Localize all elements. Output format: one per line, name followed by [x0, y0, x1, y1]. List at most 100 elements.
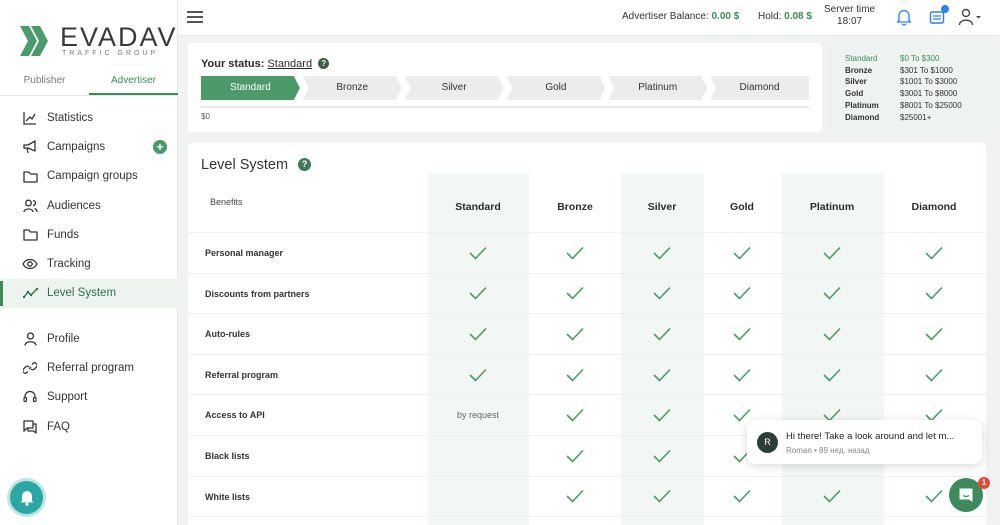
- menu-toggle-button[interactable]: [187, 11, 203, 23]
- check-icon: [653, 449, 671, 463]
- user-icon: [22, 331, 38, 347]
- table-row: Auto-rules: [188, 314, 986, 355]
- sidebar-item-funds[interactable]: Funds: [0, 220, 178, 249]
- server-time-label: Server time: [824, 4, 876, 15]
- benefit-cell: [697, 233, 787, 273]
- sidebar-item-campaign-groups[interactable]: Campaign groups: [0, 162, 178, 191]
- benefit-cell: [433, 314, 523, 354]
- notifications-button[interactable]: [896, 8, 912, 31]
- check-icon: [925, 246, 943, 260]
- headset-icon: [22, 389, 38, 405]
- sidebar-item-statistics[interactable]: Statistics: [0, 103, 178, 132]
- tab-publisher[interactable]: Publisher: [0, 70, 89, 95]
- logo[interactable]: EVADAV TRAFFIC GROUP: [20, 24, 178, 57]
- help-icon[interactable]: ?: [298, 158, 312, 171]
- benefit-label: White lists: [205, 491, 251, 502]
- benefit-cell: [433, 436, 523, 476]
- benefit-cell: [787, 274, 877, 314]
- level-system-title: Level System ?: [201, 157, 312, 173]
- chat-bubble-icon: [959, 488, 973, 502]
- table-row: White lists: [188, 477, 986, 518]
- benefit-cell: [617, 436, 707, 476]
- check-icon: [653, 368, 671, 382]
- benefit-cell: [433, 274, 523, 314]
- range-value: $1001 To $3000: [900, 77, 958, 87]
- bell-icon: [20, 491, 33, 506]
- range-row: Silver $1001 To $3000: [845, 76, 996, 88]
- benefit-label: Auto-rules: [205, 329, 250, 340]
- sidebar-item-campaigns[interactable]: Campaigns +: [0, 132, 178, 161]
- chat-popup[interactable]: R Hi there! Take a look around and let m…: [747, 420, 982, 464]
- benefit-cell: [697, 477, 787, 517]
- level-step-gold: Gold: [506, 76, 605, 100]
- check-icon: [469, 368, 487, 382]
- sidebar-item-faq[interactable]: FAQ: [0, 412, 178, 441]
- level-step-platinum: Platinum: [608, 76, 707, 100]
- check-icon: [925, 368, 943, 382]
- eye-icon: [22, 256, 38, 272]
- sidebar-item-referral-program[interactable]: Referral program: [0, 353, 178, 382]
- column-header-silver: Silver: [647, 200, 677, 213]
- range-row: Bronze $301 To $1000: [845, 65, 996, 77]
- range-row: Diamond $25001+: [845, 112, 996, 124]
- range-value: $25001+: [900, 112, 932, 122]
- chart-line-icon: [22, 110, 38, 126]
- logo-chevrons-icon: [20, 25, 48, 56]
- chat-message: Hi there! Take a look around and let m..…: [786, 431, 955, 442]
- benefit-cell: [530, 314, 620, 354]
- check-icon: [733, 368, 751, 382]
- check-icon: [566, 246, 584, 260]
- sidebar-item-label: Campaigns: [47, 140, 106, 153]
- benefit-cell: [617, 314, 707, 354]
- range-value: $0 To $300: [900, 54, 940, 63]
- benefit-cell: [697, 314, 787, 354]
- level-progress-steps: Standard Bronze Silver Gold Platinum Dia…: [201, 76, 809, 100]
- range-name: Gold: [845, 89, 864, 99]
- check-icon: [733, 409, 751, 422]
- range-value: $3001 To $8000: [900, 89, 958, 99]
- sidebar-item-tracking[interactable]: Tracking: [0, 249, 178, 278]
- range-row: Gold $3001 To $8000: [845, 88, 996, 100]
- table-row: Discounts from partners: [188, 274, 986, 315]
- logo-name: EVADAV: [60, 22, 178, 52]
- status-label: Your status:: [201, 58, 265, 70]
- benefit-cell: [787, 355, 877, 395]
- sidebar-item-profile[interactable]: Profile: [0, 324, 178, 353]
- notification-bell-fab[interactable]: [10, 481, 43, 514]
- check-icon: [653, 327, 671, 341]
- status-card: Your status: Standard ? Standard Bronze …: [188, 43, 822, 132]
- level-step-standard: Standard: [201, 76, 300, 100]
- benefit-cell: [697, 274, 787, 314]
- benefit-cell: [433, 477, 523, 517]
- check-icon: [653, 246, 671, 260]
- check-icon: [566, 490, 584, 504]
- check-icon: [566, 449, 584, 463]
- user-menu-button[interactable]: [958, 8, 982, 31]
- check-icon: [823, 490, 841, 504]
- benefit-cell: [617, 395, 707, 435]
- current-status-link[interactable]: Standard: [267, 58, 312, 70]
- range-row: Platinum $8001 To $25000: [845, 100, 996, 112]
- range-name: Bronze: [845, 65, 873, 75]
- sidebar-item-support[interactable]: Support: [0, 383, 178, 412]
- check-icon: [925, 490, 943, 504]
- check-icon: [469, 246, 487, 260]
- help-icon[interactable]: ?: [318, 58, 330, 69]
- sidebar-item-label: Audiences: [47, 199, 101, 212]
- add-campaign-button[interactable]: +: [153, 139, 167, 154]
- sidebar-item-level-system[interactable]: Level System: [0, 278, 178, 309]
- sidebar-item-label: Referral program: [47, 362, 134, 375]
- sidebar-item-audiences[interactable]: Audiences: [0, 191, 178, 220]
- megaphone-icon: [22, 139, 38, 155]
- check-icon: [733, 246, 751, 260]
- messages-button[interactable]: [929, 5, 949, 30]
- tab-advertiser[interactable]: Advertiser: [89, 70, 178, 95]
- benefit-label: Personal manager: [205, 248, 284, 258]
- benefit-cell: [617, 274, 707, 314]
- check-icon: [653, 287, 671, 301]
- sidebar-item-label: Campaign groups: [47, 170, 138, 183]
- benefit-cell: [530, 274, 620, 314]
- range-row: Standard $0 To $300: [845, 53, 996, 65]
- column-header-gold: Gold: [730, 200, 754, 213]
- hold-balance: Hold: 0.08 $: [758, 11, 812, 22]
